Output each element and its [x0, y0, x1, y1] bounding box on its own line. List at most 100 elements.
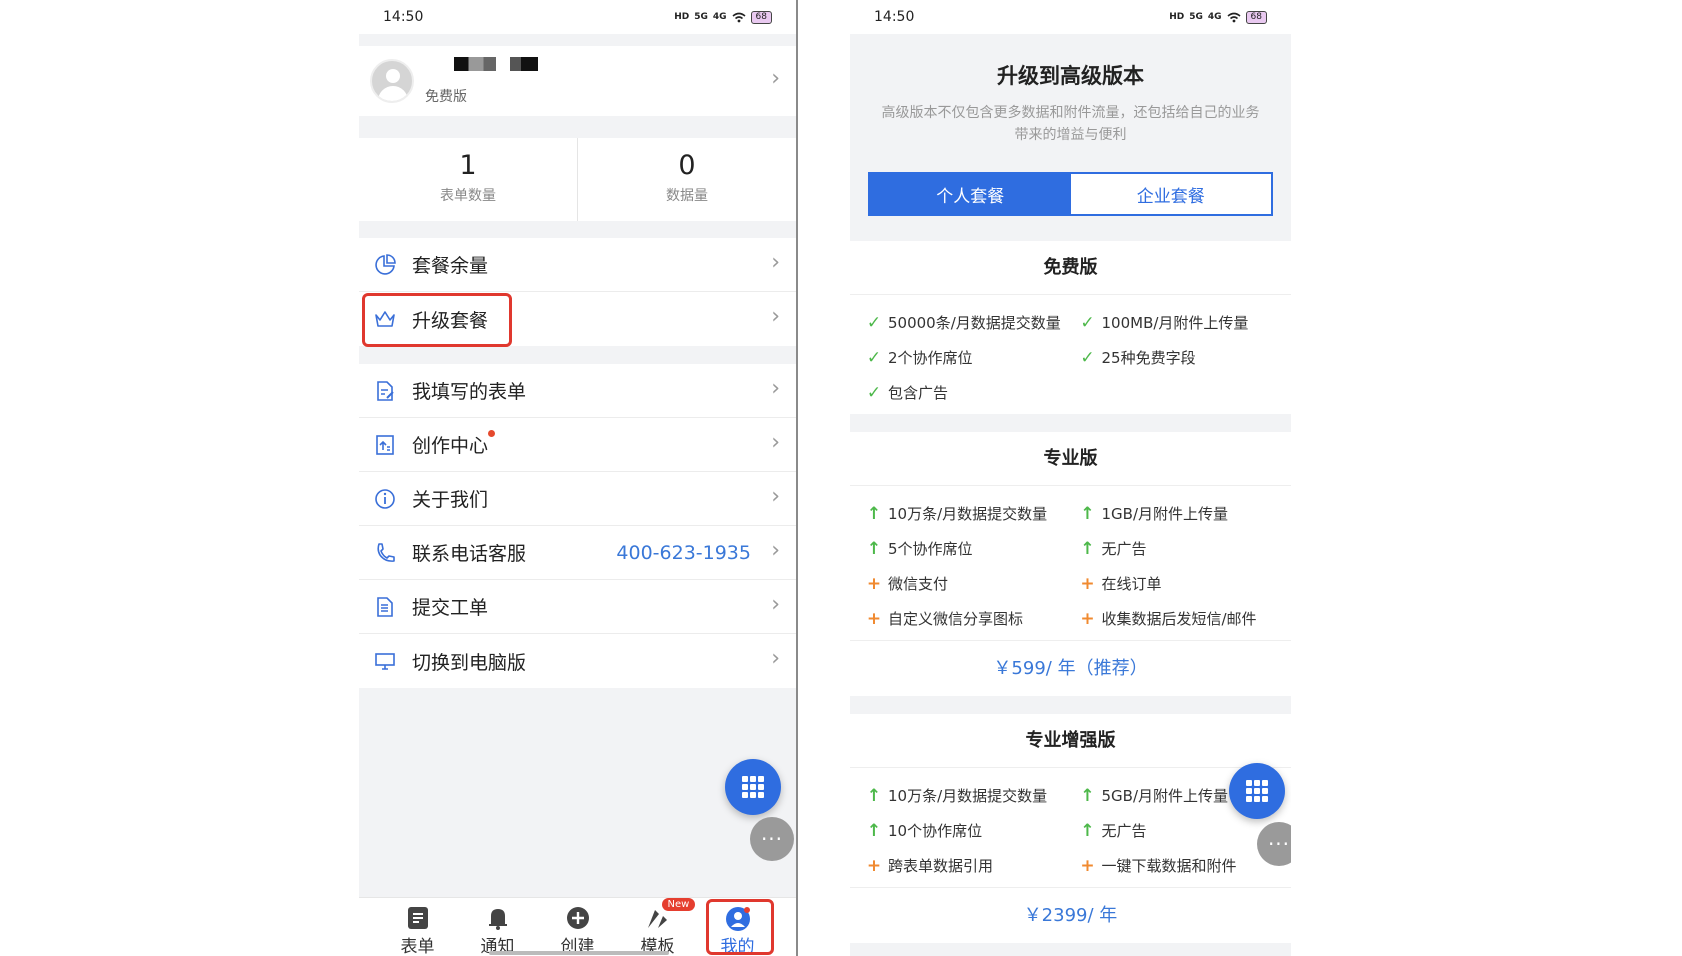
- more-button[interactable]: ···: [750, 817, 794, 861]
- feature-item: ↑ 10个协作席位: [864, 813, 1078, 848]
- feature-list: ↑ 10万条/月数据提交数量 ↑ 5GB/月附件上传量 ↑ 10个协作席位 ↑ 无广告 …: [850, 768, 1291, 887]
- stat-data-count[interactable]: 0 数据量: [577, 138, 796, 221]
- grid-icon: [742, 776, 764, 798]
- new-badge: New: [661, 898, 696, 911]
- menu-item-creation-center[interactable]: 创作中心 ›: [359, 418, 796, 472]
- feature-item: ✓ 2个协作席位: [864, 340, 1078, 375]
- 4g-signal-icon: 4G: [1207, 12, 1222, 22]
- menu-item-submit-ticket[interactable]: 提交工单 ›: [359, 580, 796, 634]
- plan-title: 免费版: [850, 241, 1291, 295]
- arrow-up-icon: ↑: [1080, 820, 1095, 841]
- apps-fab-button[interactable]: [1229, 763, 1285, 819]
- menu-label: 联系电话客服: [412, 543, 527, 565]
- plus-icon: +: [1080, 608, 1095, 629]
- chevron-right-icon: ›: [771, 484, 780, 509]
- highlight-box: [362, 293, 512, 347]
- check-icon: ✓: [866, 382, 882, 403]
- more-dots-icon: ···: [760, 827, 784, 851]
- more-dots-icon: ···: [1267, 832, 1291, 856]
- chevron-right-icon: ›: [771, 592, 780, 617]
- status-time: 14:50: [383, 9, 424, 25]
- feature-item: + 收集数据后发短信/邮件: [1078, 601, 1292, 636]
- feature-item: ✓ 包含广告: [864, 375, 1078, 410]
- feature-item: + 微信支付: [864, 566, 1078, 601]
- feature-item: ↑ 5个协作席位: [864, 531, 1078, 566]
- hd-icon: HD: [1169, 12, 1185, 22]
- plan-card-free: 免费版 ✓ 50000条/月数据提交数量 ✓ 100MB/月附件上传量 ✓ 2个协作席…: [850, 241, 1291, 414]
- plus-icon: +: [1080, 573, 1095, 594]
- menu-item-switch-desktop[interactable]: 切换到电脑版 ›: [359, 634, 796, 688]
- tab-personal-plan[interactable]: 个人套餐: [870, 174, 1071, 214]
- feature-item: ↑ 无广告: [1078, 531, 1292, 566]
- wifi-icon: [732, 12, 746, 22]
- chevron-right-icon: ›: [771, 304, 780, 329]
- monitor-icon: [375, 653, 395, 670]
- 5g-signal-icon: 5G: [694, 12, 708, 22]
- feature-item: + 在线订单: [1078, 566, 1292, 601]
- chevron-right-icon: ›: [771, 376, 780, 401]
- feature-list: ↑ 10万条/月数据提交数量 ↑ 1GB/月附件上传量 ↑ 5个协作席位 ↑ 无广告 +…: [850, 486, 1291, 640]
- right-screen: 14:50 HD 5G 4G 68 升级到高级版本 高级版本不仅包含更多数据和附…: [850, 0, 1291, 956]
- plan-title: 专业增强版: [850, 714, 1291, 768]
- feature-item: + 自定义微信分享图标: [864, 601, 1078, 636]
- 5g-signal-icon: 5G: [1189, 12, 1203, 22]
- feature-item: ✓ 100MB/月附件上传量: [1078, 305, 1292, 340]
- price-button-pro-plus[interactable]: ￥2399/ 年: [850, 887, 1291, 943]
- menu-label: 提交工单: [412, 597, 489, 619]
- tab-notifications[interactable]: 通知: [458, 898, 538, 956]
- menu-label: 切换到电脑版: [412, 651, 527, 674]
- plan-type-tabs: 个人套餐 企业套餐: [868, 172, 1273, 216]
- edit-document-icon: [377, 381, 394, 401]
- menu-item-phone-support[interactable]: 联系电话客服 400-623-1935 ›: [359, 526, 796, 580]
- battery-icon: 68: [750, 10, 772, 24]
- chevron-right-icon: ›: [771, 646, 780, 671]
- arrow-up-icon: ↑: [1080, 538, 1095, 559]
- plan-card-pro-plus: 专业增强版 ↑ 10万条/月数据提交数量 ↑ 5GB/月附件上传量 ↑ 10个协作席位…: [850, 714, 1291, 943]
- bell-icon: [458, 906, 538, 932]
- stat-value: 0: [678, 150, 696, 181]
- left-screen: 14:50 HD 5G 4G 68 免费版 › 1 表单数量 0 数据量 套餐余…: [359, 0, 796, 956]
- ticket-document-icon: [377, 597, 393, 617]
- chevron-right-icon: ›: [771, 250, 780, 275]
- plus-icon: [538, 906, 618, 932]
- menu-item-my-forms[interactable]: 我填写的表单 ›: [359, 364, 796, 418]
- page-title: 升级到高级版本: [997, 64, 1144, 88]
- stat-form-count[interactable]: 1 表单数量: [359, 138, 577, 221]
- arrow-up-icon: ↑: [1080, 785, 1095, 806]
- tab-forms[interactable]: 表单: [378, 898, 458, 956]
- home-indicator: [489, 951, 669, 955]
- page-description: 高级版本不仅包含更多数据和附件流量，还包括给自己的业务带来的增益与便利: [881, 105, 1260, 143]
- support-phone-number[interactable]: 400-623-1935: [616, 542, 751, 564]
- apps-fab-button[interactable]: [725, 759, 781, 815]
- menu-label: 我填写的表单: [412, 381, 527, 403]
- feature-item: ✓ 50000条/月数据提交数量: [864, 305, 1078, 340]
- arrow-up-icon: ↑: [866, 785, 882, 806]
- upgrade-header: 升级到高级版本 高级版本不仅包含更多数据和附件流量，还包括给自己的业务带来的增益…: [850, 34, 1291, 241]
- chevron-right-icon: ›: [771, 538, 780, 563]
- avatar: [370, 59, 414, 103]
- menu-item-plan-balance[interactable]: 套餐余量 ›: [359, 238, 796, 292]
- upload-document-icon: [376, 435, 394, 455]
- status-icons: HD 5G 4G 68: [674, 10, 772, 24]
- hd-icon: HD: [674, 12, 690, 22]
- profile-plan-label: 免费版: [425, 89, 467, 105]
- battery-icon: 68: [1245, 10, 1267, 24]
- plan-card-pro: 专业版 ↑ 10万条/月数据提交数量 ↑ 1GB/月附件上传量 ↑ 5个协作席位 ↑ 无…: [850, 432, 1291, 696]
- check-icon: ✓: [866, 312, 882, 333]
- wifi-icon: [1227, 12, 1241, 22]
- menu-item-about-us[interactable]: 关于我们 ›: [359, 472, 796, 526]
- feature-item: ✓ 25种免费字段: [1078, 340, 1292, 375]
- tab-templates[interactable]: New 模板: [618, 898, 698, 956]
- tab-label: 表单: [400, 937, 435, 956]
- tab-create[interactable]: 创建: [538, 898, 618, 956]
- menu-label: 套餐余量: [412, 255, 489, 277]
- status-icons: HD 5G 4G 68: [1169, 10, 1267, 24]
- phone-icon: [377, 543, 395, 562]
- plus-icon: +: [866, 855, 882, 876]
- profile-card[interactable]: 免费版 ›: [359, 46, 796, 116]
- tab-enterprise-plan[interactable]: 企业套餐: [1070, 174, 1271, 214]
- 4g-signal-icon: 4G: [712, 12, 727, 22]
- plan-title: 专业版: [850, 432, 1291, 486]
- price-button-pro[interactable]: ￥599/ 年（推荐）: [850, 640, 1291, 696]
- chevron-right-icon: ›: [771, 66, 780, 91]
